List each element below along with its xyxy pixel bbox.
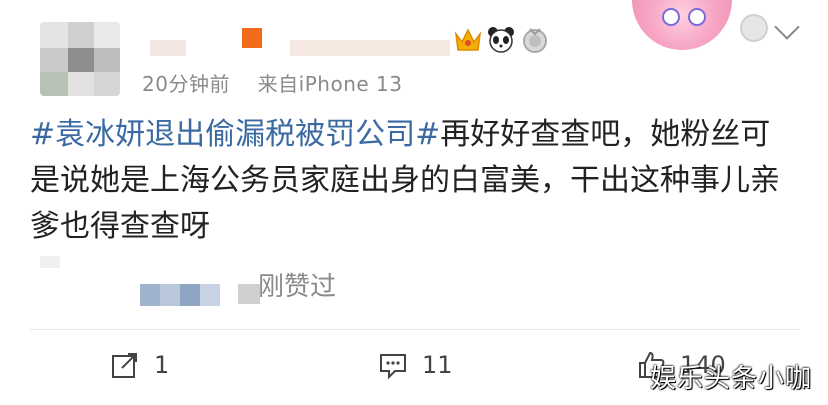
hashtag-link[interactable]: #袁冰妍退出偷漏税被罚公司# — [30, 117, 440, 152]
post-time: 20分钟前 — [142, 72, 230, 96]
comment-button[interactable]: 11 — [378, 350, 453, 380]
avatar[interactable] — [40, 22, 120, 96]
repost-count: 1 — [154, 351, 170, 379]
panda-badge-icon — [486, 26, 516, 54]
medal-badge-icon — [520, 26, 550, 54]
status-dot-icon[interactable] — [740, 14, 768, 42]
comment-count: 11 — [422, 351, 453, 379]
watermark: 娱乐头条小咖 — [650, 364, 813, 394]
sticker-decoration — [632, 0, 732, 50]
post-meta: 20分钟前 来自iPhone 13 — [142, 68, 403, 97]
share-icon — [110, 350, 140, 380]
post-content: #袁冰妍退出偷漏税被罚公司#再好好查查吧，她粉丝可是说她是上海公务员家庭出身的白… — [30, 112, 800, 250]
liked-label: 刚赞过 — [258, 272, 337, 302]
chevron-down-icon[interactable] — [774, 14, 800, 40]
liked-icon-blurred — [238, 284, 260, 304]
blurred-avatar-fragment — [40, 256, 60, 268]
username-blurred[interactable] — [150, 28, 450, 58]
post-source: 来自iPhone 13 — [257, 72, 403, 96]
repost-button[interactable]: 1 — [110, 350, 169, 380]
comment-icon — [378, 350, 408, 380]
divider — [30, 329, 800, 330]
crown-badge-icon — [453, 26, 483, 54]
liked-user-blurred[interactable] — [140, 284, 220, 306]
